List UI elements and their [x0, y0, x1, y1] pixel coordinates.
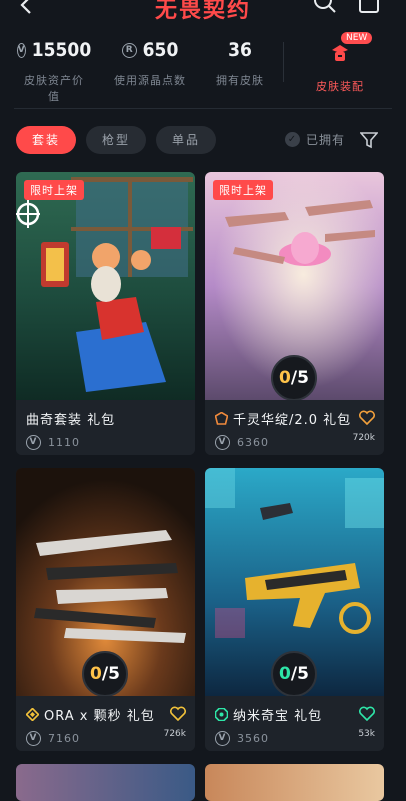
- bundle-price: 6360: [237, 436, 269, 449]
- bundle-card[interactable]: [16, 764, 195, 801]
- vp-coin-icon: V: [215, 435, 230, 450]
- filter-icon[interactable]: [360, 131, 378, 149]
- favorite-heart-icon[interactable]: [359, 706, 375, 721]
- bundle-card[interactable]: 限时上架 0/5 千灵华绽/2.0 礼包 V 6360 720k: [205, 172, 384, 455]
- category-tabs: 套装 枪型 单品: [16, 126, 216, 154]
- bundle-card[interactable]: 限时上架 曲奇套装 礼包 V 1110: [16, 172, 195, 455]
- stat-owned-skins: 36 拥有皮肤: [216, 39, 264, 87]
- bundle-card[interactable]: 0/5 纳米奇宝 礼包 V 3560 53k: [205, 468, 384, 751]
- bundle-name: 千灵华绽/2.0 礼包: [233, 413, 352, 428]
- bundle-name: ORA x 颗秒 礼包: [44, 709, 155, 724]
- divider: [283, 42, 284, 82]
- card-info: 曲奇套装 礼包 V 1110: [16, 400, 195, 455]
- new-badge: NEW: [341, 32, 373, 44]
- bundle-price: 1110: [48, 436, 80, 449]
- favorite-heart-icon[interactable]: [359, 410, 375, 425]
- owned-count-badge: 0/5: [271, 651, 317, 697]
- page-title: 无畏契约: [154, 0, 251, 23]
- card-info: ORA x 颗秒 礼包 V 7160 726k: [16, 696, 195, 751]
- skin-loadout-button[interactable]: NEW 皮肤装配: [303, 32, 377, 94]
- vp-coin-icon: V: [26, 731, 41, 746]
- tier-icon: [26, 708, 39, 721]
- bundle-name: 纳米奇宝 礼包: [233, 709, 323, 724]
- stat-radianite-used: R 650 使用源晶点数: [114, 39, 186, 87]
- favorite-heart-icon[interactable]: [170, 706, 186, 721]
- stats-panel: V 15500 皮肤资产价值 R 650 使用源晶点数 36 拥有皮肤 NEW …: [0, 30, 406, 108]
- bundle-art-image: [16, 172, 195, 400]
- tier-icon: [215, 412, 228, 425]
- separator: [14, 108, 392, 109]
- share-icon[interactable]: [357, 0, 381, 14]
- card-info: 纳米奇宝 礼包 V 3560 53k: [205, 696, 384, 751]
- bundle-price: 7160: [48, 732, 80, 745]
- bundle-art-image: [205, 764, 384, 801]
- limited-badge: 限时上架: [213, 180, 273, 200]
- bundle-art-image: [16, 764, 195, 801]
- bundle-price: 3560: [237, 732, 269, 745]
- search-icon[interactable]: [313, 0, 337, 14]
- bundle-card[interactable]: [205, 764, 384, 801]
- likes-count: 726k: [163, 729, 186, 739]
- check-icon: ✓: [285, 132, 300, 147]
- radianite-coin-icon: R: [121, 42, 137, 58]
- limited-badge: 限时上架: [24, 180, 84, 200]
- tab-sets[interactable]: 套装: [16, 126, 76, 154]
- top-bar: 无畏契约: [0, 0, 406, 23]
- owned-count-badge: 0/5: [271, 355, 317, 401]
- vp-coin-icon: V: [16, 42, 26, 58]
- bundle-card[interactable]: 0/5 ORA x 颗秒 礼包 V 7160 726k: [16, 468, 195, 751]
- tier-icon: [215, 708, 228, 721]
- tab-weapon-type[interactable]: 枪型: [86, 126, 146, 154]
- owned-count-badge: 0/5: [82, 651, 128, 697]
- bundle-name: 曲奇套装 礼包: [26, 413, 116, 428]
- vp-coin-icon: V: [215, 731, 230, 746]
- card-info: 千灵华绽/2.0 礼包 V 6360 720k: [205, 400, 384, 455]
- tab-single-items[interactable]: 单品: [156, 126, 216, 154]
- stat-asset-value: V 15500 皮肤资产价值: [16, 39, 92, 103]
- likes-count: 720k: [352, 433, 375, 443]
- vp-coin-icon: V: [26, 435, 41, 450]
- owned-toggle[interactable]: ✓ 已拥有: [285, 131, 345, 148]
- likes-count: 53k: [358, 729, 375, 739]
